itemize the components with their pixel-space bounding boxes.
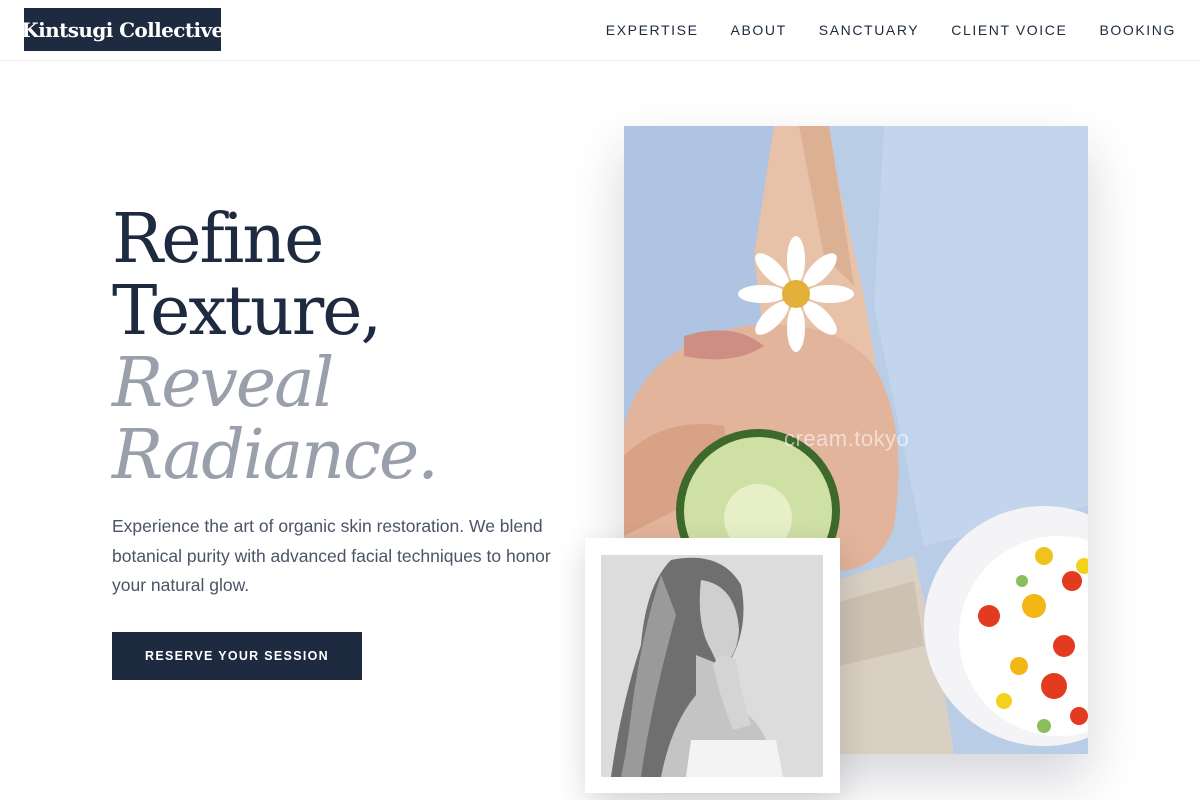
portrait-inset-card: [585, 538, 840, 793]
headline-line-2: Texture,: [112, 272, 382, 351]
headline-line-3: Reveal: [112, 344, 334, 423]
main-nav: EXPERTISE ABOUT SANCTUARY CLIENT VOICE B…: [606, 0, 1176, 60]
hero-headline: Refine Texture, Reveal Radiance.: [112, 200, 439, 495]
headline-line-1: Refine: [112, 200, 324, 279]
page: Kintsugi Collective EXPERTISE ABOUT SANC…: [0, 0, 1200, 800]
portrait-image: [601, 555, 823, 777]
nav-item-expertise[interactable]: EXPERTISE: [606, 22, 699, 38]
reserve-session-button[interactable]: RESERVE YOUR SESSION: [112, 632, 362, 680]
headline-line-4: Radiance.: [112, 416, 439, 495]
nav-item-about[interactable]: ABOUT: [731, 22, 787, 38]
hero-description: Experience the art of organic skin resto…: [112, 516, 551, 595]
site-header: Kintsugi Collective EXPERTISE ABOUT SANC…: [0, 0, 1200, 61]
nav-item-booking[interactable]: BOOKING: [1099, 22, 1176, 38]
brand-logo[interactable]: Kintsugi Collective: [21, 8, 224, 51]
nav-item-client-voice[interactable]: CLIENT VOICE: [951, 22, 1067, 38]
image-watermark: cream.tokyo: [784, 426, 910, 451]
nav-item-sanctuary[interactable]: SANCTUARY: [819, 22, 920, 38]
portrait-illustration: [601, 555, 823, 777]
